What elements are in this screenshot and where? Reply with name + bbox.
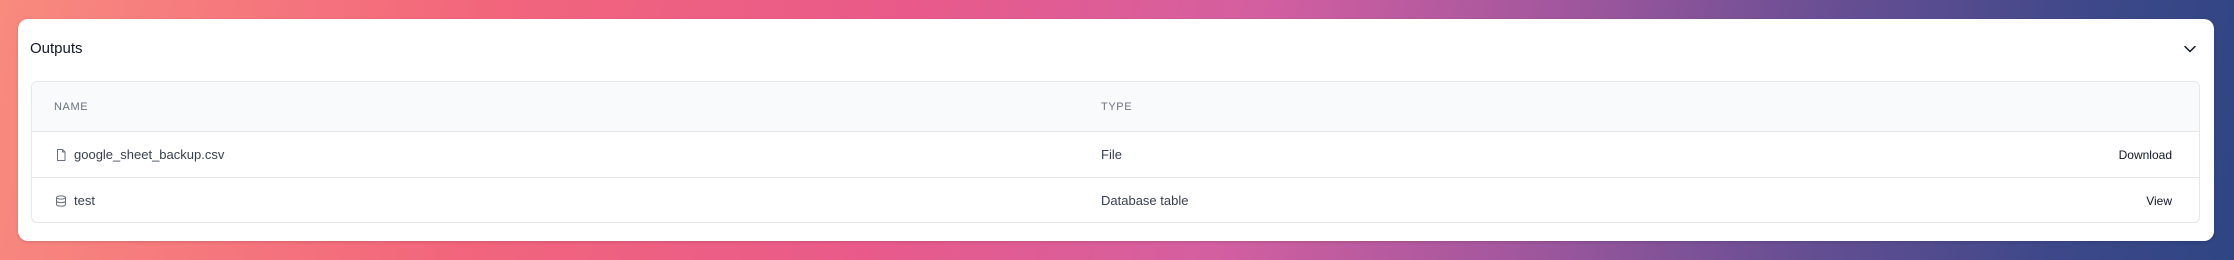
collapse-toggle-button[interactable] xyxy=(2180,39,2200,59)
output-name: google_sheet_backup.csv xyxy=(74,147,225,162)
file-icon xyxy=(54,148,68,162)
outputs-panel: Outputs NAME TYPE google_sheet_backup.cs… xyxy=(18,19,2214,241)
download-button[interactable]: Download xyxy=(2119,147,2172,163)
chevron-down-icon xyxy=(2183,42,2197,56)
output-name-cell: test xyxy=(54,192,95,210)
column-header-name: NAME xyxy=(54,101,89,113)
panel-title: Outputs xyxy=(30,40,83,57)
table-row: test Database table View xyxy=(32,178,2199,222)
column-header-type: TYPE xyxy=(1101,101,1133,113)
table-header-row: NAME TYPE xyxy=(32,82,2199,132)
output-name-cell: google_sheet_backup.csv xyxy=(54,146,224,164)
output-name: test xyxy=(74,193,95,208)
database-icon xyxy=(54,194,68,208)
output-type: Database table xyxy=(1101,193,1189,208)
outputs-table: NAME TYPE google_sheet_backup.csv File D… xyxy=(31,81,2200,223)
table-row: google_sheet_backup.csv File Download xyxy=(32,132,2199,178)
view-button[interactable]: View xyxy=(2146,193,2172,209)
panel-header[interactable]: Outputs xyxy=(18,19,2214,81)
output-type: File xyxy=(1101,147,1122,162)
